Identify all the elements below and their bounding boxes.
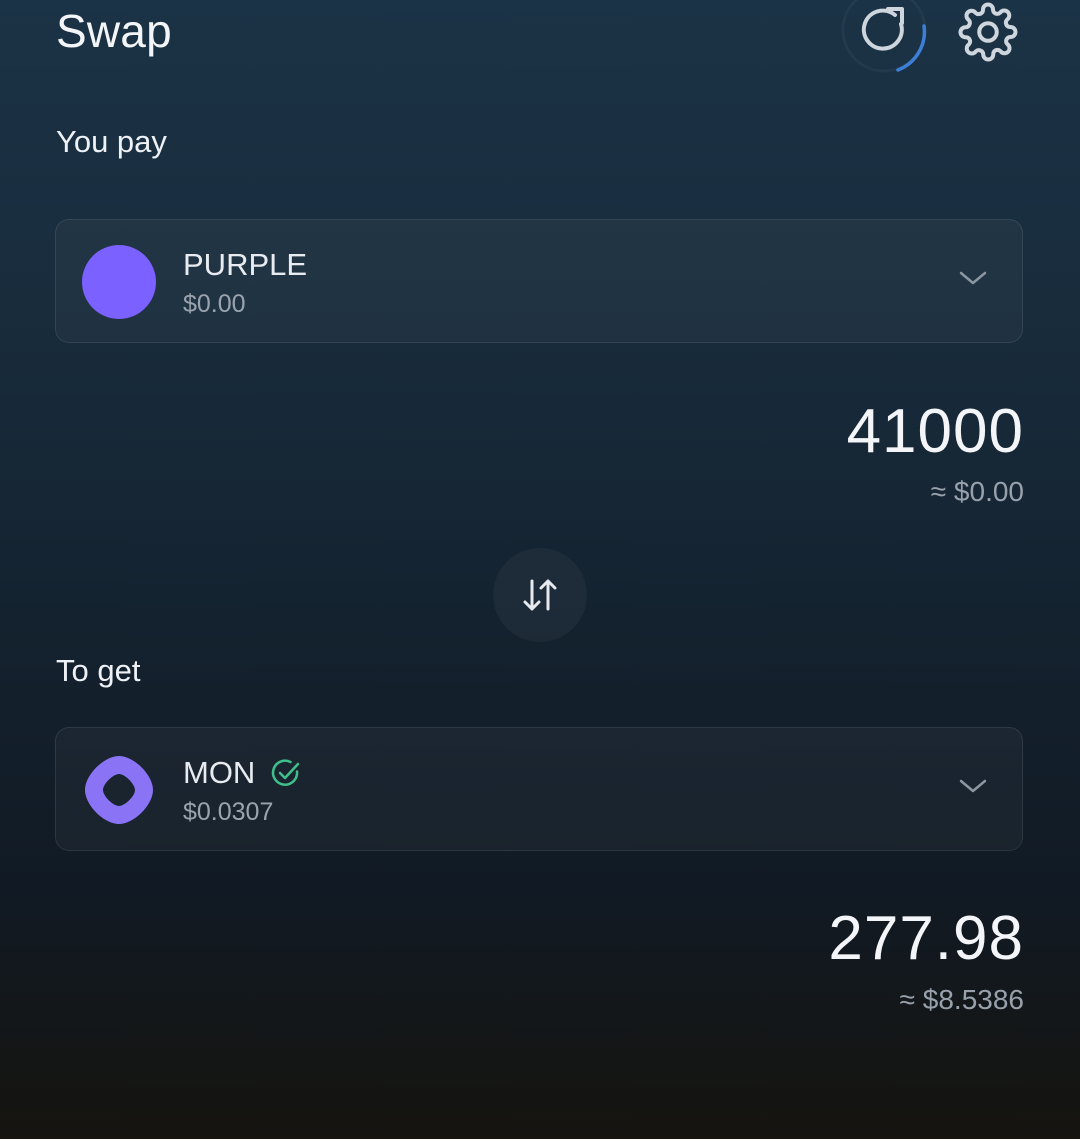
gear-icon: [958, 2, 1018, 62]
refresh-icon: [841, 0, 927, 73]
chevron-down-icon: [959, 779, 987, 793]
pay-token-price: $0.00: [183, 290, 246, 318]
swap-arrows-icon: [523, 579, 557, 611]
receive-token-symbol-text: MON: [183, 755, 256, 790]
pay-amount-input[interactable]: 41000: [847, 396, 1024, 467]
pay-usd-value: ≈ $0.00: [930, 476, 1024, 507]
receive-section-label: To get: [56, 653, 141, 688]
page-title: Swap: [56, 5, 172, 57]
pay-token-symbol: PURPLE: [183, 247, 307, 283]
receive-amount: 277.98: [828, 904, 1024, 973]
purple-token-logo: [82, 245, 156, 319]
refresh-button[interactable]: [838, 0, 930, 76]
switch-tokens-button[interactable]: [493, 548, 587, 642]
pay-token-selector[interactable]: PURPLE $0.00: [55, 219, 1023, 343]
check-circle-icon: [272, 759, 300, 786]
receive-usd-value: ≈ $8.5386: [899, 984, 1024, 1015]
settings-button[interactable]: [958, 2, 1018, 62]
mon-token-logo: [85, 756, 153, 824]
pay-token-symbol-text: PURPLE: [183, 247, 308, 282]
pay-section-label: You pay: [56, 124, 167, 159]
receive-token-selector[interactable]: MON $0.0307: [55, 727, 1023, 851]
receive-token-price: $0.0307: [183, 798, 274, 826]
swap-screen: Swap You pay PURPLE $0.00 41000 ≈ $0.00: [0, 0, 1080, 1139]
receive-token-symbol: MON: [183, 755, 301, 791]
chevron-down-icon: [959, 271, 987, 285]
